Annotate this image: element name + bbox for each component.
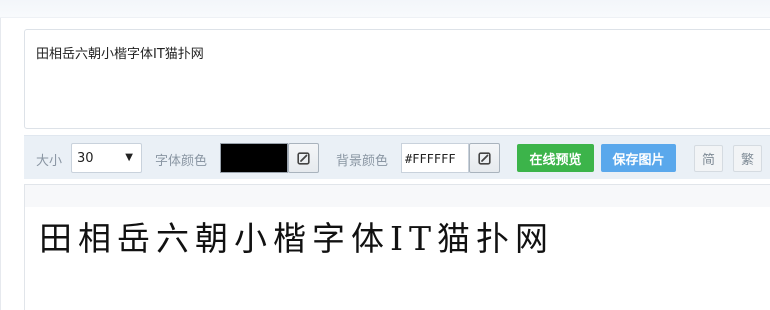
bg-color-label: 背景颜色 — [336, 154, 389, 169]
save-image-button[interactable]: 保存图片 — [601, 144, 676, 172]
font-color-label: 字体颜色 — [155, 154, 208, 169]
bg-color-input[interactable]: #FFFFFF — [401, 143, 469, 173]
preview-online-button[interactable]: 在线预览 — [517, 144, 594, 172]
left-border — [0, 18, 1, 310]
font-color-picker-button[interactable] — [288, 143, 319, 173]
color-picker-icon — [297, 151, 310, 165]
simplified-button[interactable]: 简 — [694, 145, 723, 172]
preview-header-strip — [25, 185, 770, 207]
text-input[interactable]: 田相岳六朝小楷字体IT猫扑网 — [24, 29, 770, 129]
color-picker-icon — [478, 151, 491, 165]
font-size-value: 30 — [77, 151, 94, 166]
preview-area: 田相岳六朝小楷字体IT猫扑网 — [24, 184, 770, 310]
chevron-down-icon: ▼ — [125, 152, 133, 163]
font-size-select[interactable]: 30 ▼ — [71, 143, 142, 173]
font-color-swatch[interactable] — [220, 143, 288, 173]
toolbar: 大小 30 ▼ 字体颜色 背景颜色 #FFFFFF 在线预览 保存图片 简 繁 — [24, 135, 770, 179]
traditional-button[interactable]: 繁 — [733, 145, 762, 172]
preview-text: 田相岳六朝小楷字体IT猫扑网 — [39, 219, 555, 258]
size-label: 大小 — [36, 154, 63, 169]
bg-color-picker-button[interactable] — [469, 143, 500, 173]
top-strip — [0, 0, 770, 18]
